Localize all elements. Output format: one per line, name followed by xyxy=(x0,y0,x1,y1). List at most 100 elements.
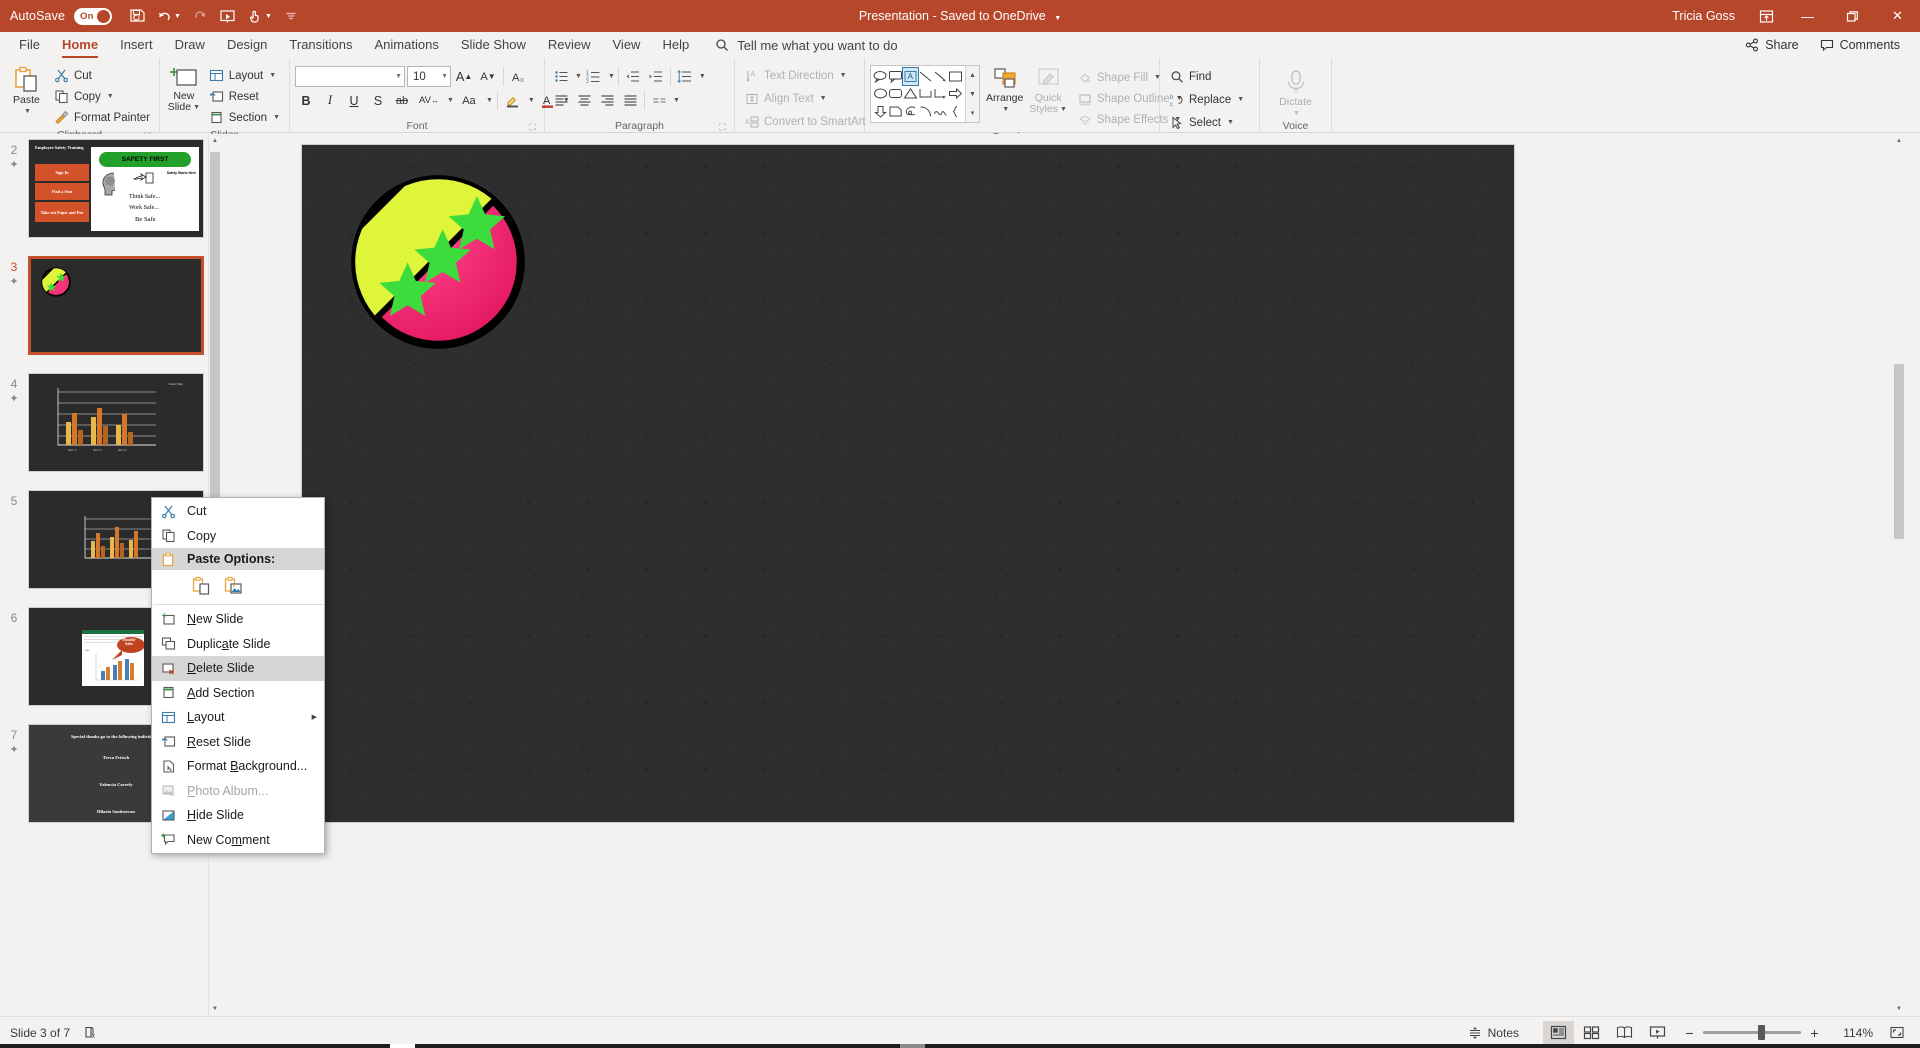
shape-line[interactable] xyxy=(918,68,933,85)
find-button[interactable]: Find xyxy=(1165,66,1215,87)
shape-elbow-arrow-connector[interactable] xyxy=(933,85,948,102)
context-menu-item-copy[interactable]: Copy xyxy=(152,524,324,549)
italic-button[interactable]: I xyxy=(319,90,341,111)
columns-icon[interactable] xyxy=(648,90,670,111)
slide-thumbnail-4[interactable]: Chart Title Item 1 Item 2 Item 3 xyxy=(28,373,204,472)
striped-ball-shape[interactable] xyxy=(348,172,528,352)
align-text-button[interactable]: Align Text ▼ xyxy=(740,88,831,109)
paste-picture-icon[interactable] xyxy=(220,573,246,598)
shape-oval-callout[interactable] xyxy=(873,68,888,85)
undo-icon[interactable]: ▼ xyxy=(152,3,185,29)
shape-elbow-connector[interactable] xyxy=(918,85,933,102)
clear-formatting-icon[interactable]: A xyxy=(508,66,530,87)
chevron-down-icon[interactable]: ▼ xyxy=(1237,96,1244,103)
tell-me-search[interactable]: Tell me what you want to do xyxy=(714,37,898,53)
shapes-gallery[interactable]: A ▲ ▼ ▾ xyxy=(870,65,980,123)
save-icon[interactable] xyxy=(124,3,150,29)
chevron-down-icon[interactable]: ▼ xyxy=(699,73,706,80)
touch-mode-icon[interactable]: ▼ xyxy=(243,3,276,29)
context-menu-item-format-background[interactable]: Format Background... xyxy=(152,754,324,779)
chevron-down-icon[interactable]: ▼ xyxy=(575,73,582,80)
shape-left-brace[interactable] xyxy=(948,103,963,120)
tab-transitions[interactable]: Transitions xyxy=(278,34,363,56)
comments-button[interactable]: Comments xyxy=(1811,33,1908,57)
minimize-button[interactable]: — xyxy=(1785,0,1830,32)
tab-help[interactable]: Help xyxy=(651,34,700,56)
shapes-gallery-scrollbar[interactable]: ▲ ▼ ▾ xyxy=(965,66,979,122)
paragraph-dialog-launcher[interactable]: ⛶ xyxy=(718,123,727,132)
increase-font-size-button[interactable]: A ▲ xyxy=(453,66,475,87)
chevron-down-icon[interactable]: ▼ xyxy=(1227,119,1234,126)
chevron-down-icon[interactable]: ▼ xyxy=(441,73,448,80)
chevron-down-icon[interactable]: ▼ xyxy=(269,72,276,79)
shape-pentagon[interactable] xyxy=(888,103,903,120)
shape-right-arrow[interactable] xyxy=(948,85,963,102)
chevron-down-icon[interactable]: ▼ xyxy=(608,73,615,80)
new-slide-button[interactable]: New Slide ▼ xyxy=(165,61,203,113)
context-menu-item-reset-slide[interactable]: Reset Slide xyxy=(152,730,324,755)
reading-view-icon[interactable] xyxy=(1609,1021,1640,1045)
tab-view[interactable]: View xyxy=(602,34,652,56)
convert-to-smartart-button[interactable]: A Convert to SmartArt xyxy=(740,111,870,132)
numbering-icon[interactable]: 123 xyxy=(583,66,605,87)
slide-show-icon[interactable] xyxy=(1642,1021,1673,1045)
tab-design[interactable]: Design xyxy=(216,34,278,56)
chevron-down-icon[interactable]: ▼ xyxy=(673,97,680,104)
shapes-scroll-up-icon[interactable]: ▲ xyxy=(966,66,979,85)
quick-styles-button[interactable]: Quick Styles ▼ xyxy=(1029,65,1067,115)
format-painter-button[interactable]: Format Painter xyxy=(50,107,154,128)
increase-indent-icon[interactable] xyxy=(645,66,667,87)
arrange-button[interactable]: Arrange ▼ xyxy=(986,65,1023,115)
context-menu-item-photo-album[interactable]: Photo Album... xyxy=(152,779,324,804)
context-menu-item-new-comment[interactable]: New Comment xyxy=(152,828,324,853)
decrease-indent-icon[interactable] xyxy=(622,66,644,87)
text-shadow-button[interactable]: S xyxy=(367,90,389,111)
close-button[interactable]: ✕ xyxy=(1875,0,1920,32)
context-menu-item-delete-slide[interactable]: Delete Slide xyxy=(152,656,324,681)
slide-context-menu[interactable]: Cut Copy Paste Options: New Slide Duplic… xyxy=(151,497,325,854)
bullets-icon[interactable] xyxy=(550,66,572,87)
shape-arrow[interactable] xyxy=(933,68,948,85)
shapes-more-icon[interactable]: ▾ xyxy=(966,103,979,122)
paste-button[interactable]: Paste ▼ xyxy=(5,61,48,117)
tab-review[interactable]: Review xyxy=(537,34,602,56)
bold-button[interactable]: B xyxy=(295,90,317,111)
zoom-level[interactable]: 114% xyxy=(1831,1026,1873,1040)
slide-thumbnail-2[interactable]: Employee Safety Training Sign In Find a … xyxy=(28,139,204,238)
font-dialog-launcher[interactable]: ⛶ xyxy=(528,123,537,132)
paste-keep-formatting-icon[interactable] xyxy=(188,573,214,598)
shape-arc[interactable] xyxy=(918,103,933,120)
slide-sorter-icon[interactable] xyxy=(1576,1021,1607,1045)
reset-button[interactable]: Reset xyxy=(205,86,284,107)
notes-button[interactable]: Notes xyxy=(1459,1021,1527,1045)
line-spacing-icon[interactable] xyxy=(674,66,696,87)
shape-scribble[interactable] xyxy=(903,103,918,120)
cut-button[interactable]: Cut xyxy=(50,65,154,86)
ribbon-display-options-icon[interactable] xyxy=(1747,0,1785,32)
context-menu-item-duplicate-slide[interactable]: Duplicate Slide xyxy=(152,632,324,657)
tab-draw[interactable]: Draw xyxy=(164,34,216,56)
autosave-toggle[interactable]: On xyxy=(74,7,113,25)
tab-animations[interactable]: Animations xyxy=(364,34,450,56)
dictate-button[interactable]: Dictate ▼ xyxy=(1271,67,1321,119)
context-menu-item-cut[interactable]: Cut xyxy=(152,499,324,524)
chevron-down-icon[interactable]: ▼ xyxy=(1293,108,1300,119)
text-highlight-icon[interactable] xyxy=(502,90,524,111)
fit-slide-to-window-icon[interactable] xyxy=(1881,1021,1912,1045)
zoom-slider[interactable]: − + xyxy=(1675,1025,1829,1041)
chevron-down-icon[interactable]: ▼ xyxy=(107,93,114,100)
shape-down-arrow[interactable] xyxy=(873,103,888,120)
shape-rectangle[interactable] xyxy=(948,68,963,85)
context-menu-item-add-section[interactable]: Add Section xyxy=(152,681,324,706)
text-direction-button[interactable]: A Text Direction ▼ xyxy=(740,65,851,86)
canvas-vertical-scrollbar[interactable]: ▲ ▼ xyxy=(1892,134,1906,1016)
canvas-scroll-thumb[interactable] xyxy=(1894,364,1904,539)
align-left-icon[interactable] xyxy=(550,90,572,111)
zoom-track[interactable] xyxy=(1703,1025,1801,1040)
shape-triangle[interactable] xyxy=(903,85,918,102)
redo-icon[interactable] xyxy=(187,3,213,29)
shapes-scroll-down-icon[interactable]: ▼ xyxy=(966,85,979,104)
align-center-icon[interactable] xyxy=(573,90,595,111)
start-presentation-icon[interactable] xyxy=(215,3,241,29)
chevron-down-icon[interactable]: ▼ xyxy=(486,97,493,104)
